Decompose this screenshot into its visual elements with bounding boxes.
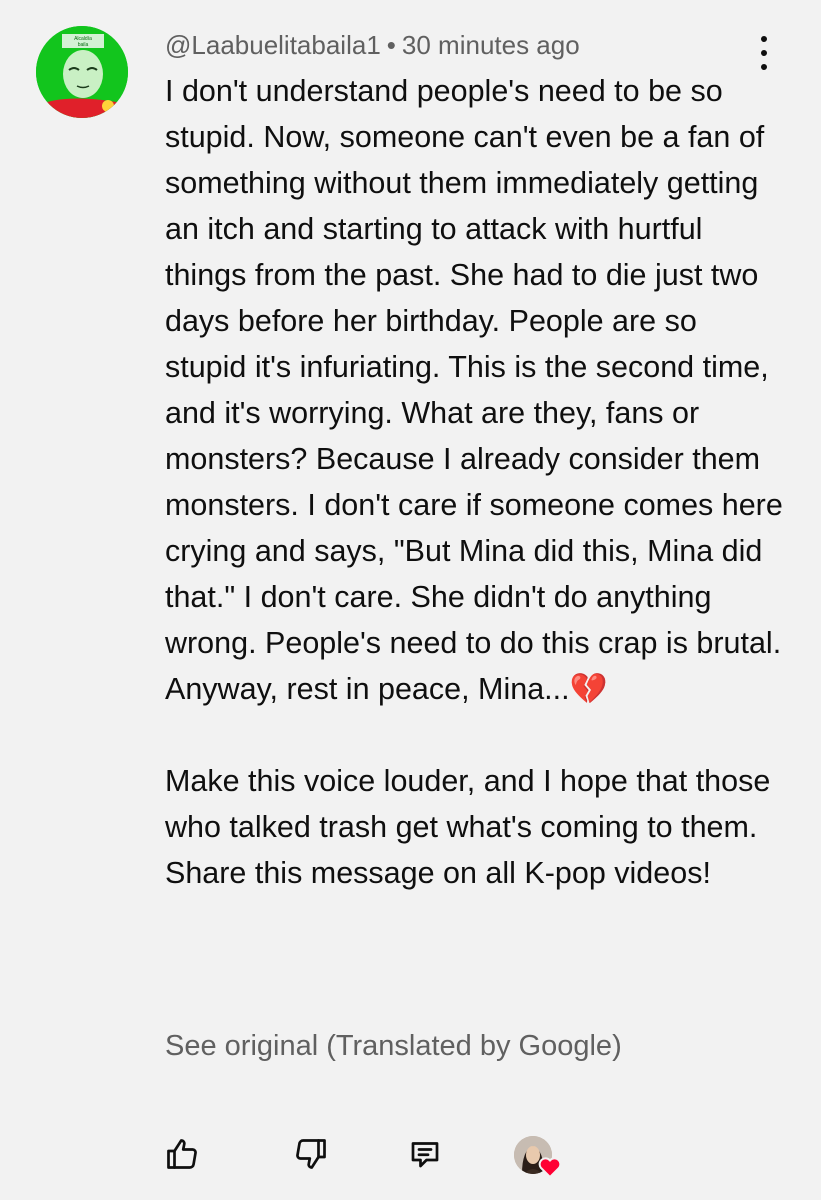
comment-author[interactable]: @Laabuelitabaila1 bbox=[165, 30, 381, 60]
thumbs-down-icon bbox=[296, 1139, 326, 1169]
more-vert-icon-dot bbox=[761, 50, 767, 56]
comment-timestamp[interactable]: 30 minutes ago bbox=[402, 30, 580, 60]
creator-heart-icon bbox=[538, 1157, 562, 1178]
avatar[interactable]: Alcaldía baila bbox=[36, 26, 128, 118]
svg-text:baila: baila bbox=[78, 42, 89, 48]
see-original-link[interactable]: See original (Translated by Google) bbox=[165, 1024, 622, 1068]
comment-actions bbox=[0, 1128, 821, 1188]
comment-paragraph: Make this voice louder, and I hope that … bbox=[165, 764, 771, 890]
comment-paragraph: I don't understand people's need to be s… bbox=[165, 74, 783, 706]
separator-dot: • bbox=[386, 30, 396, 60]
reply-icon bbox=[411, 1142, 439, 1168]
like-button[interactable] bbox=[160, 1128, 204, 1180]
comment-header: @Laabuelitabaila1 • 30 minutes ago bbox=[165, 28, 580, 62]
creator-heart[interactable] bbox=[514, 1136, 564, 1180]
more-vert-icon bbox=[761, 36, 767, 42]
reply-button[interactable] bbox=[403, 1128, 447, 1180]
thumbs-up-icon bbox=[167, 1139, 197, 1169]
dislike-button[interactable] bbox=[289, 1128, 333, 1180]
comment-body: I don't understand people's need to be s… bbox=[165, 68, 785, 896]
more-actions-button[interactable] bbox=[748, 36, 780, 70]
comment-thread: Alcaldía baila @Laabuelitabaila1 • 30 minu… bbox=[0, 0, 821, 1200]
